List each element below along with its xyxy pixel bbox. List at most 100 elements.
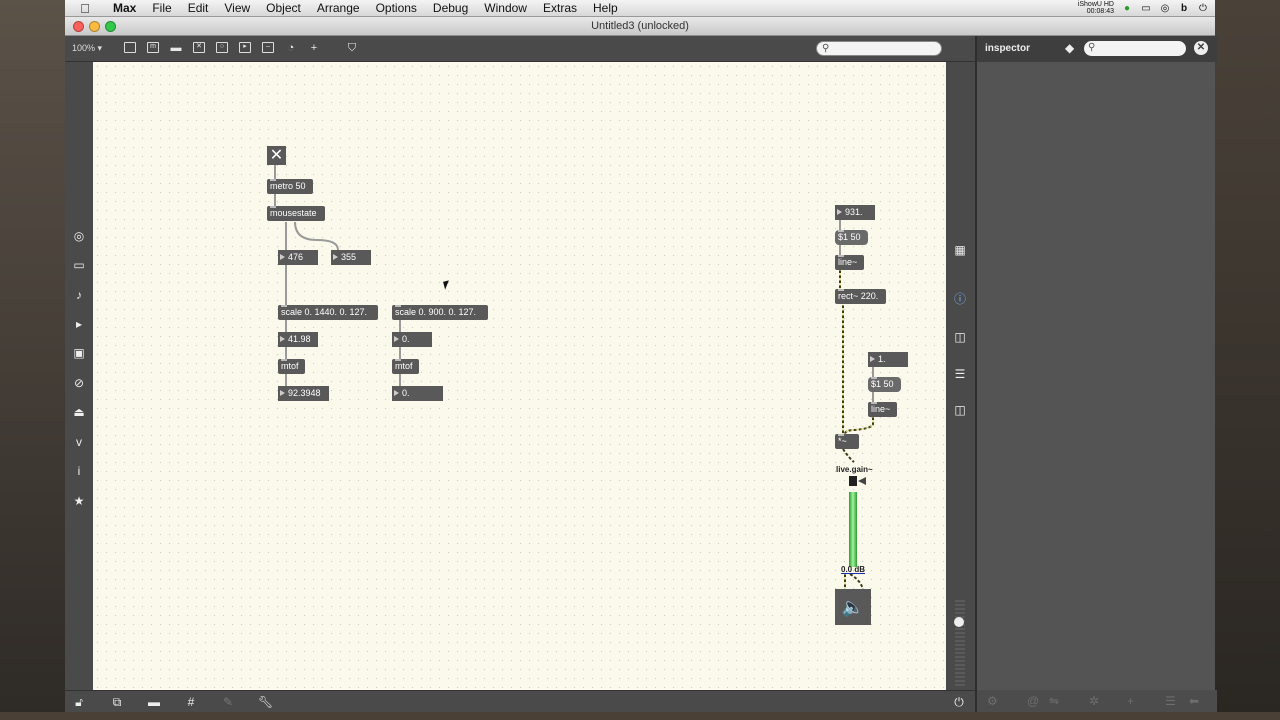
sync-icon[interactable]: ◎ [1159, 2, 1171, 14]
gain-arrow-icon[interactable] [858, 477, 866, 485]
gain-meter-header [849, 476, 857, 486]
patcher-canvas[interactable]: ✕ metro 50 mousestate 476 355 scale 0. 1… [93, 62, 946, 690]
number-box-icon[interactable]: ▸ [238, 41, 252, 55]
menu-edit[interactable]: Edit [180, 1, 217, 15]
add-icon[interactable]: + [1127, 694, 1134, 708]
transport-tab-icon[interactable]: ▸ [72, 317, 86, 331]
menu-window[interactable]: Window [476, 1, 535, 15]
at-icon[interactable]: @ [1027, 694, 1039, 708]
left-palette: ◎ ▭ ♪ ▸ ▣ ⊘ ⏏ v i ★ [65, 62, 93, 690]
rect-oscillator-object[interactable]: rect~ 220. [835, 289, 886, 304]
interface-tab-icon[interactable]: ▭ [72, 258, 86, 272]
menu-options[interactable]: Options [368, 1, 425, 15]
menu-debug[interactable]: Debug [425, 1, 476, 15]
plug-icon[interactable]: ⏏ [72, 405, 86, 419]
info-tab-icon[interactable]: i [72, 464, 86, 478]
audio-tab-icon[interactable]: ◎ [72, 229, 86, 243]
grid-keypad-icon[interactable]: ▦ [952, 243, 968, 257]
window-title: Untitled3 (unlocked) [591, 20, 689, 32]
audio-power-icon[interactable]: ⏻ [952, 695, 966, 709]
toggle-object[interactable]: ✕ [267, 146, 286, 165]
number-box-scaled-x[interactable]: 41.98 [278, 332, 318, 347]
inspector-panel: inspector ◆ ⚲ ✕ ⚙ @ ⇋ ✲ + ☰ ⬅ [975, 36, 1217, 712]
number-box-freq-2[interactable]: 0. [392, 386, 443, 401]
inspector-header: inspector ◆ ⚲ ✕ [977, 36, 1217, 62]
message-ramp-2[interactable]: $1 50 [868, 377, 901, 392]
number-box-y[interactable]: 355 [331, 250, 371, 265]
button-object-icon[interactable]: ○ [215, 41, 229, 55]
favorites-star-icon[interactable]: ★ [72, 494, 86, 508]
volume-knob[interactable] [954, 617, 964, 627]
paint-bucket-icon[interactable]: ⛉ [345, 41, 359, 55]
mtof-object-1[interactable]: mtof [278, 359, 305, 374]
menu-arrange[interactable]: Arrange [309, 1, 368, 15]
menu-help[interactable]: Help [585, 1, 626, 15]
number-box-osc-freq[interactable]: 931. [835, 205, 875, 220]
image-tab-icon[interactable]: ▣ [72, 346, 86, 360]
number-box-amp[interactable]: 1. [868, 352, 908, 367]
comment-icon[interactable]: ▬ [169, 41, 183, 55]
desktop-background-bottom [0, 712, 1280, 720]
speaker-icon[interactable]: 🔈 [835, 589, 871, 625]
snap-icon[interactable]: ✎ [221, 695, 235, 709]
patcher-toolbar: 100% ▾ m ▬ ✕ ○ ▸ – ◔ + ⛉ ⚲ [65, 36, 975, 62]
bluetooth-icon[interactable]: b [1178, 2, 1190, 14]
line-object-2[interactable]: line~ [868, 402, 897, 417]
search-icon: ⚲ [822, 43, 830, 54]
mousestate-object[interactable]: mousestate [267, 206, 325, 221]
settings-gear-icon[interactable]: ⚙ [987, 694, 998, 708]
number-box-scaled-y[interactable]: 0. [392, 332, 432, 347]
lock-icon[interactable]: 🔓︎ [72, 695, 86, 709]
line-object-1[interactable]: line~ [835, 255, 864, 270]
slider-icon[interactable]: – [261, 41, 275, 55]
patcher-bottom-toolbar: 🔓︎ ⧉ ▬ # ✎ 🔧︎ ⏻ [65, 690, 975, 712]
scale-object-y[interactable]: scale 0. 900. 0. 127. [392, 305, 488, 320]
inspector-footer: ⚙ @ ⇋ ✲ + ☰ ⬅ [977, 690, 1217, 712]
new-object-icon[interactable] [123, 41, 137, 55]
new-message-icon[interactable]: m [146, 41, 160, 55]
help-book-icon[interactable]: ◫ [952, 403, 968, 417]
close-icon[interactable]: ✕ [1194, 41, 1208, 55]
dial-icon[interactable]: ◔ [284, 41, 298, 55]
list-icon[interactable]: ☰ [952, 367, 968, 381]
live-gain-slider[interactable] [849, 492, 857, 567]
screen-icon[interactable]: ▭ [1140, 2, 1152, 14]
menu-app-name[interactable]: Max [105, 1, 144, 15]
menu-extras[interactable]: Extras [535, 1, 585, 15]
asterisk-icon[interactable]: ✲ [1089, 694, 1099, 708]
toolbar-search-input[interactable]: ⚲ [816, 41, 942, 56]
midi-tab-icon[interactable]: ♪ [72, 288, 86, 302]
mtof-object-2[interactable]: mtof [392, 359, 419, 374]
menu-file[interactable]: File [144, 1, 179, 15]
presentation-mode-icon[interactable]: ⧉ [110, 695, 124, 709]
desktop-background-right [1215, 0, 1280, 720]
apple-icon[interactable]:  [65, 1, 105, 16]
paperclip-icon[interactable]: ⊘ [72, 376, 86, 390]
live-gain-value: 0.0 dB [841, 565, 866, 574]
back-arrow-icon[interactable]: ⬅ [1189, 694, 1199, 708]
grid-toggle-icon[interactable]: # [184, 695, 198, 709]
power-icon[interactable]: ⏻ [1197, 2, 1209, 14]
inspector-info-icon[interactable]: ⓘ [952, 292, 968, 306]
right-sidebar-tabs: ▦ ⓘ ◫ ☰ ◫ [946, 62, 975, 690]
wrench-icon[interactable]: 🔧︎ [258, 695, 273, 709]
record-status-icon[interactable]: ● [1121, 2, 1133, 14]
scale-object-x[interactable]: scale 0. 1440. 0. 127. [278, 305, 378, 320]
number-box-x[interactable]: 476 [278, 250, 318, 265]
add-object-icon[interactable]: + [307, 41, 321, 55]
new-view-icon[interactable]: ▬ [147, 695, 161, 709]
reference-book-icon[interactable]: ◫ [952, 330, 968, 344]
menu-list-icon[interactable]: ☰ [1165, 694, 1176, 708]
menu-object[interactable]: Object [258, 1, 309, 15]
multiply-signal-object[interactable]: *~ [835, 434, 859, 449]
number-box-freq-1[interactable]: 92.3948 [278, 386, 329, 401]
vizzie-icon[interactable]: v [72, 435, 86, 449]
menu-view[interactable]: View [216, 1, 258, 15]
toggle-object-icon[interactable]: ✕ [192, 41, 206, 55]
inspector-search-input[interactable]: ⚲ [1084, 41, 1186, 56]
message-ramp-1[interactable]: $1 50 [835, 230, 868, 245]
sliders-icon[interactable]: ⇋ [1049, 694, 1059, 708]
zoom-level-select[interactable]: 100% ▾ [72, 43, 102, 54]
inspector-mode-icon[interactable]: ◆ [1065, 41, 1074, 55]
metro-object[interactable]: metro 50 [267, 179, 313, 194]
